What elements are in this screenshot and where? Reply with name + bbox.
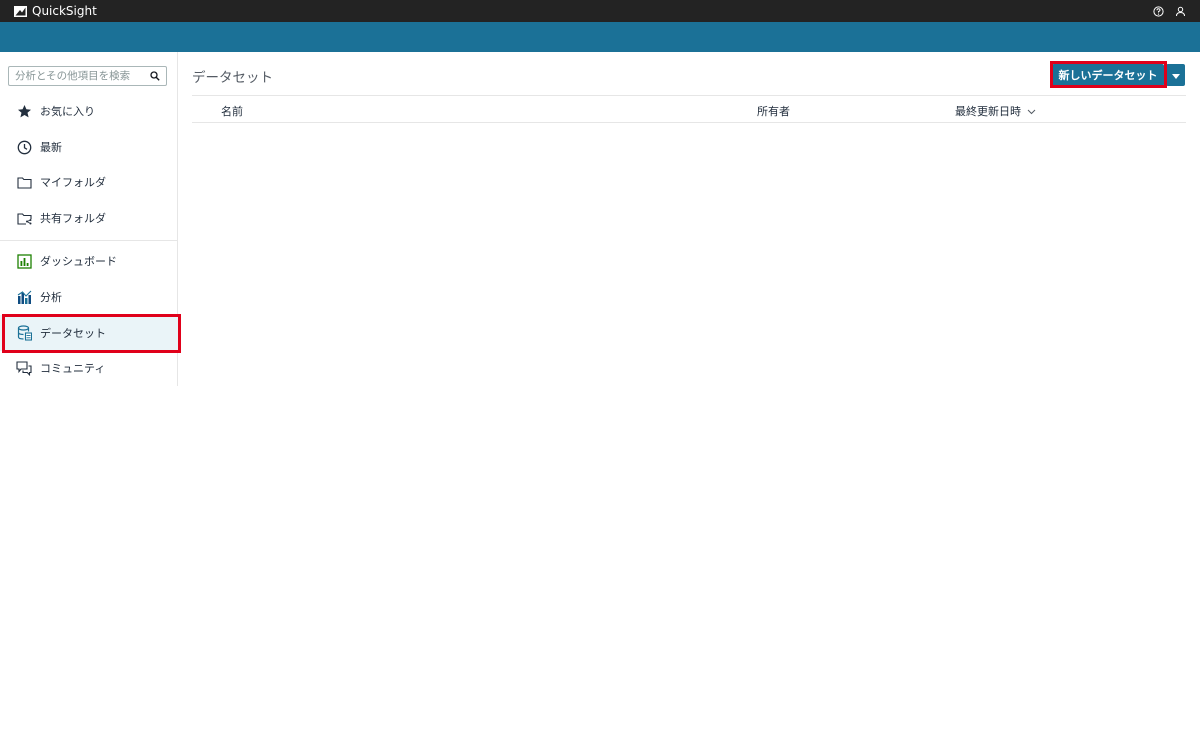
dataset-icon [16,325,32,341]
header-banner [0,22,1200,52]
user-icon[interactable] [1174,5,1186,17]
chevron-down-icon [1027,105,1036,118]
column-header-name[interactable]: 名前 [221,103,243,119]
dashboard-icon [16,253,32,269]
sidebar-divider [0,240,178,241]
sidebar-item-label: ダッシュボード [40,255,117,268]
sidebar-item-analyses[interactable]: 分析 [0,279,178,315]
app-name: QuickSight [32,4,97,18]
sidebar-item-shared-folders[interactable]: 共有フォルダ [0,200,178,236]
caret-down-icon [1171,68,1180,82]
analysis-icon [16,289,32,305]
clock-icon [16,139,32,155]
quicksight-logo-icon [14,5,27,17]
search-input[interactable] [15,70,145,82]
shared-folder-icon [16,210,32,226]
sidebar: お気に入り 最新 マイフォルダ 共有フォルダ ダッシュボード 分析 [0,52,178,386]
search-icon[interactable] [150,71,160,81]
new-dataset-dropdown-button[interactable] [1166,64,1185,86]
sidebar-item-community[interactable]: コミュニティ [0,350,178,386]
sidebar-item-label: 最新 [40,141,62,154]
sidebar-item-label: お気に入り [40,105,95,118]
top-bar: QuickSight [0,0,1200,22]
sidebar-item-dashboards[interactable]: ダッシュボード [0,243,178,279]
sidebar-item-label: データセット [40,327,106,340]
app-logo[interactable]: QuickSight [14,4,97,18]
column-header-modified[interactable]: 最終更新日時 [955,103,1036,119]
column-header-owner[interactable]: 所有者 [757,103,790,119]
star-icon [16,103,32,119]
page-title: データセット [192,70,273,86]
help-icon[interactable] [1152,5,1164,17]
community-icon [16,360,32,376]
sidebar-item-label: コミュニティ [40,362,106,375]
sidebar-item-favorites[interactable]: お気に入り [0,93,178,129]
sidebar-item-label: マイフォルダ [40,176,106,189]
sidebar-item-my-folders[interactable]: マイフォルダ [0,164,178,200]
sidebar-item-recent[interactable]: 最新 [0,129,178,165]
dataset-table-header: 名前 所有者 最終更新日時 [192,95,1186,123]
search-box[interactable] [8,66,167,86]
folder-icon [16,174,32,190]
new-dataset-button[interactable]: 新しいデータセット [1052,64,1164,86]
sidebar-item-label: 分析 [40,291,62,304]
sidebar-item-datasets[interactable]: データセット [0,315,178,351]
sidebar-item-label: 共有フォルダ [40,212,106,225]
column-header-modified-label: 最終更新日時 [955,105,1021,118]
